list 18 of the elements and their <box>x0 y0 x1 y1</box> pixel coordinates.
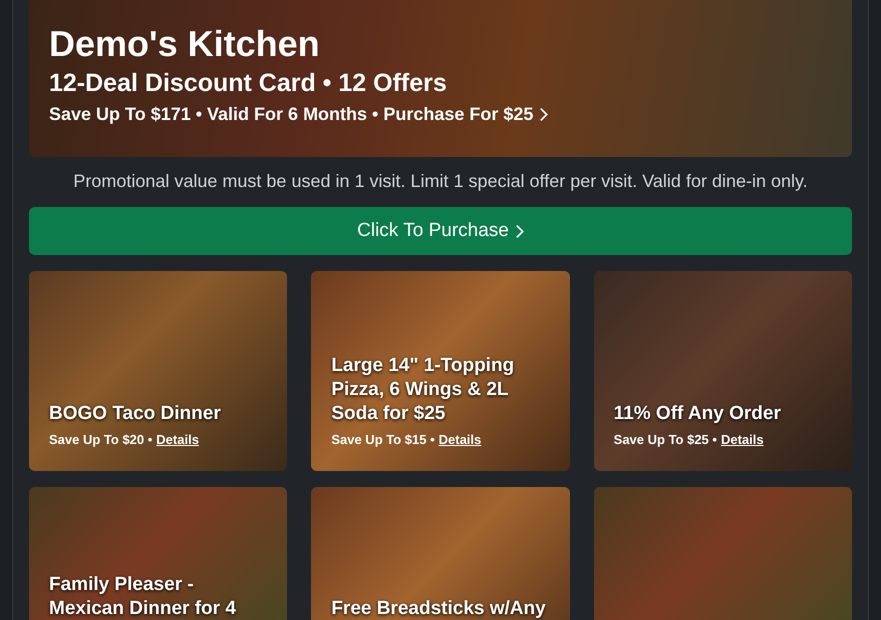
offer-savings: Save Up To $25 • <box>614 432 717 447</box>
terms-text: Promotional value must be used in 1 visit. Limit 1 special offer per visit. Valid for dine-in only. <box>72 171 809 192</box>
offer-savings: Save Up To $20 • <box>49 432 152 447</box>
chevron-right-icon <box>539 107 548 122</box>
offer-title: Free Breadsticks w/Any <box>331 597 547 620</box>
details-link[interactable]: Details <box>156 432 199 447</box>
offer-title: Family Pleaser - Mexican Dinner for 4 <box>49 573 237 620</box>
details-link[interactable]: Details <box>438 432 482 447</box>
offer-title: Large 14" 1-Topping Pizza, 6 Wings & 2L Soda for $25 <box>331 354 516 426</box>
card-subtitle: 12-Deal Discount Card • 12 Offers <box>49 69 447 98</box>
offer-title: BOGO Taco Dinner <box>49 402 222 426</box>
offer-savings: Save Up To $15 • <box>331 432 435 447</box>
restaurant-title: Demo's Kitchen <box>49 22 320 66</box>
card-summary: Save Up To $171 • Valid For 6 Months • Purchase For $25 <box>49 104 534 126</box>
purchase-button[interactable]: Click To Purchase <box>29 207 852 255</box>
offer-title: 11% Off Any Order <box>614 402 782 426</box>
chevron-right-icon <box>514 224 524 238</box>
details-link[interactable]: Details <box>720 432 764 447</box>
